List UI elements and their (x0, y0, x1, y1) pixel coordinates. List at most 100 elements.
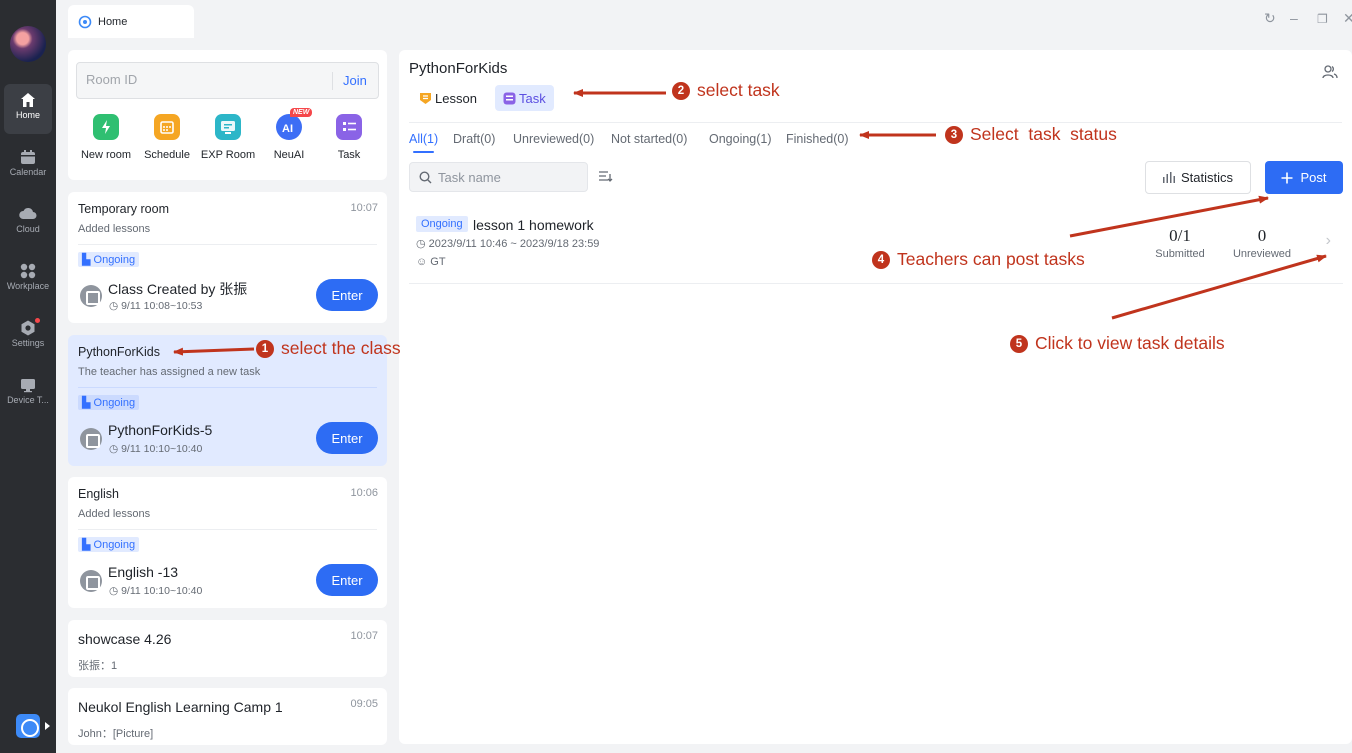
tab-draft[interactable]: Draft(0) (453, 132, 495, 146)
annotation-1: 1 select the class (256, 338, 401, 359)
card-subtitle: John：[Picture] (78, 728, 154, 740)
task-search-input[interactable] (438, 170, 578, 185)
annotation-number: 1 (256, 339, 274, 358)
signal-icon: ▙ (82, 539, 94, 551)
class-name: English -13 (108, 564, 179, 580)
enter-button[interactable]: Enter (316, 279, 378, 311)
annotation-number: 2 (672, 81, 690, 100)
members-icon[interactable] (1322, 64, 1338, 80)
signal-icon: ▙ (82, 254, 94, 266)
segment-lesson-label: Lesson (435, 90, 477, 106)
status-badge-text: Ongoing (93, 539, 136, 551)
annotation-text: Teachers can post tasks (897, 249, 1085, 269)
clock-icon: ◷ (416, 238, 426, 250)
restore-icon[interactable]: ❐ (1317, 12, 1328, 26)
chat-card-showcase[interactable]: showcase 4.26 10:07 张振：1 (68, 620, 387, 677)
neukol-logo-icon[interactable] (16, 714, 40, 738)
join-button[interactable]: Join (343, 73, 367, 88)
sort-icon[interactable] (598, 170, 613, 182)
post-label: Post (1300, 170, 1327, 185)
tab-home[interactable]: Home (68, 5, 194, 38)
annotation-2: 2 select task (672, 80, 780, 101)
rail-label: Workplace (6, 281, 50, 291)
expand-arrow-icon[interactable] (45, 722, 50, 730)
quick-label: Task (337, 149, 361, 161)
card-subtitle: The teacher has assigned a new task (78, 366, 261, 378)
neuai-icon: AI NEW (276, 108, 313, 140)
enter-button[interactable]: Enter (316, 564, 378, 596)
person-icon: ☺ (416, 256, 428, 268)
rail-item-cloud[interactable]: Cloud (4, 198, 52, 248)
cloud-icon (19, 207, 37, 219)
card-time: 10:07 (350, 202, 378, 214)
user-avatar[interactable] (10, 26, 46, 62)
rail-item-workplace[interactable]: Workplace (4, 255, 52, 305)
tab-finished[interactable]: Finished(0) (786, 132, 849, 146)
submitted-value: 0/1 (1169, 226, 1191, 245)
status-badge: ▙ Ongoing (78, 252, 140, 267)
rail-label: Device T... (7, 395, 49, 405)
top-tab-bar: Home ↻ – ❐ ✕ (56, 0, 1352, 38)
rail-label: Settings (11, 338, 45, 348)
status-badge: ▙ Ongoing (78, 537, 140, 552)
segment-lesson[interactable]: Lesson (411, 85, 485, 111)
card-divider (78, 387, 377, 388)
task-search[interactable] (409, 162, 588, 192)
join-panel: Join New room Schedule EXP Room AI NEW N… (68, 50, 387, 180)
tab-ongoing[interactable]: Ongoing(1) (709, 132, 772, 146)
settings-icon (21, 320, 35, 336)
refresh-icon[interactable]: ↻ (1264, 10, 1276, 27)
svg-text:AI: AI (282, 123, 293, 135)
class-card-temporary-room[interactable]: Temporary room 10:07 Added lessons ▙ Ong… (68, 192, 387, 323)
annotation-text: select task (697, 80, 780, 100)
segment-task-label: Task (519, 90, 546, 106)
quick-label: Schedule (144, 149, 190, 161)
minimize-icon[interactable]: – (1290, 10, 1298, 26)
calendar-icon (21, 150, 35, 164)
tab-not-started[interactable]: Not started(0) (611, 132, 687, 146)
neukol-tab-icon (78, 15, 92, 28)
tab-all[interactable]: All(1) (409, 132, 438, 153)
quick-schedule[interactable]: Schedule (137, 114, 197, 161)
quick-neuai[interactable]: AI NEW NeuAI (259, 108, 319, 161)
class-time: ◷ 9/11 10:10~10:40 (109, 443, 202, 455)
statistics-button[interactable]: Statistics (1145, 161, 1251, 194)
left-rail: Home Calendar Cloud Workplace Settings D… (0, 0, 56, 753)
tab-home-label: Home (98, 15, 128, 28)
task-status-badge: Ongoing (416, 216, 468, 232)
segment-task[interactable]: Task (495, 85, 554, 111)
enter-button[interactable]: Enter (316, 422, 378, 454)
annotation-number: 3 (945, 125, 963, 144)
annotation-text: Select task status (970, 124, 1117, 144)
class-time: ◷ 9/11 10:10~10:40 (109, 585, 202, 597)
post-button[interactable]: Post (1265, 161, 1343, 194)
quick-task[interactable]: Task (319, 114, 379, 161)
header-divider (409, 122, 1342, 123)
chevron-right-icon[interactable]: › (1326, 232, 1331, 250)
task-author-text: GT (430, 256, 446, 268)
quick-new-room[interactable]: New room (76, 114, 136, 161)
page-title: PythonForKids (409, 60, 508, 77)
quick-exp-room[interactable]: EXP Room (198, 114, 258, 161)
plus-icon (1281, 172, 1293, 183)
annotation-4: 4 Teachers can post tasks (872, 249, 1085, 270)
class-name: Class Created by 张振 (108, 281, 248, 297)
status-badge-text: Ongoing (93, 254, 136, 266)
room-id-input[interactable] (86, 72, 316, 87)
class-card-english[interactable]: English 10:06 Added lessons ▙ Ongoing En… (68, 477, 387, 608)
unreviewed-value: 0 (1257, 226, 1267, 245)
clock-icon: ◷ (109, 300, 119, 312)
quick-label: EXP Room (200, 149, 256, 161)
signal-icon: ▙ (82, 397, 94, 409)
close-icon[interactable]: ✕ (1343, 10, 1352, 27)
class-icon (80, 285, 102, 307)
room-id-field[interactable]: Join (76, 62, 379, 99)
rail-item-calendar[interactable]: Calendar (4, 141, 52, 191)
task-row[interactable]: Ongoing lesson 1 homework ◷ 2023/9/11 10… (409, 210, 1343, 284)
chat-card-neukol-camp[interactable]: Neukol English Learning Camp 1 09:05 Joh… (68, 688, 387, 745)
rail-item-settings[interactable]: Settings (4, 312, 52, 362)
tab-unreviewed[interactable]: Unreviewed(0) (513, 132, 594, 146)
rail-item-device[interactable]: Device T... (4, 369, 52, 419)
rail-item-home[interactable]: Home (4, 84, 52, 134)
card-time: 09:05 (350, 698, 378, 710)
